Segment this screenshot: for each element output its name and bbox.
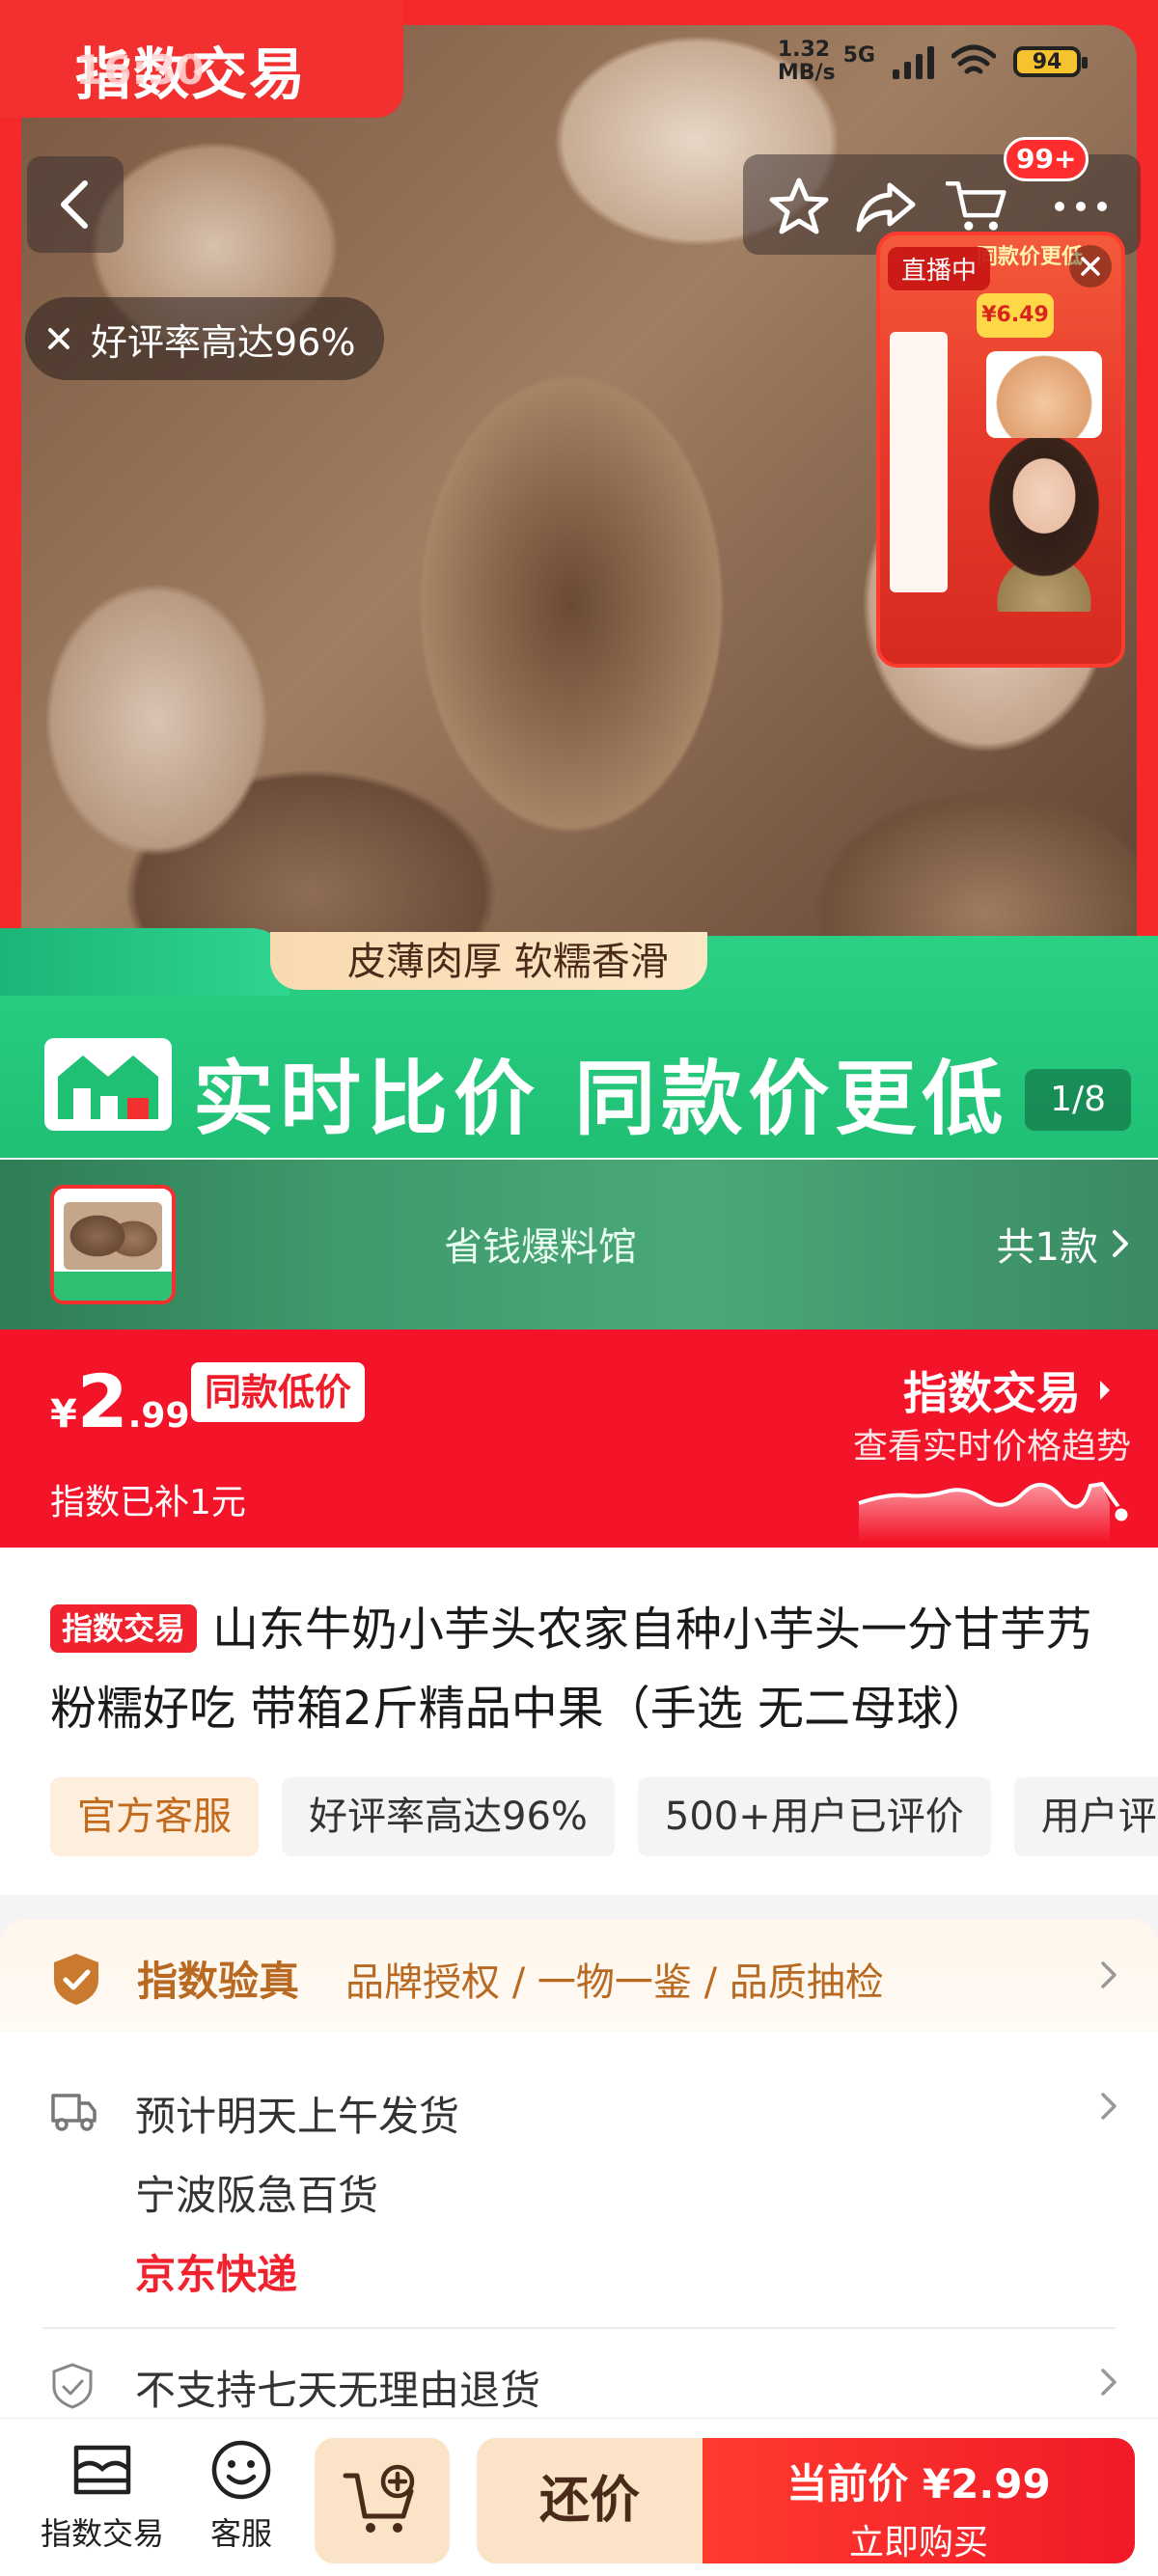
smile-icon — [211, 2440, 271, 2500]
delivery-eta[interactable]: 预计明天上午发货 — [135, 2084, 459, 2143]
title-tag: 指数交易 — [50, 1604, 198, 1653]
net-speed-unit: MB/s — [777, 61, 836, 85]
store-icon — [73, 2445, 131, 2495]
divider — [42, 2327, 1116, 2329]
share-icon — [856, 182, 916, 233]
live-close-button[interactable] — [1069, 245, 1112, 288]
favorite-button[interactable] — [768, 176, 830, 237]
house-logo-icon — [44, 1038, 172, 1131]
trend-subtitle[interactable]: 查看实时价格趋势 — [853, 1418, 1131, 1468]
live-stream-window[interactable]: 同款价更低 ¥6.49 直播中 — [876, 232, 1125, 668]
more-button[interactable] — [1050, 176, 1112, 237]
add-to-cart-button[interactable] — [315, 2438, 450, 2563]
live-product-image — [986, 351, 1102, 438]
service-chips: 官方客服 好评率高达96% 500+用户已评价 用户评 — [50, 1777, 1158, 1856]
shield-outline-icon — [52, 2363, 93, 2409]
truck-icon — [51, 2094, 96, 2131]
live-price: ¥6.49 — [977, 293, 1054, 338]
buy-label: 立即购买 — [848, 2523, 988, 2562]
status-icons: 1.32 MB/s 5G 94 — [778, 39, 1088, 85]
shop-count[interactable]: 共1款 — [997, 1216, 1129, 1272]
status-time: 16:30 — [75, 46, 205, 94]
price-bar: ¥ 2 .99 同款低价 指数已补1元 指数交易 查看实时价格趋势 — [0, 1329, 1158, 1548]
chip-rating[interactable]: 好评率高达96% — [282, 1777, 615, 1856]
price-integer: 2 — [76, 1358, 128, 1444]
chevron-right-icon — [1101, 2369, 1117, 2396]
subsidy-text: 指数已补1元 — [50, 1483, 246, 1522]
chevron-right-icon — [1101, 1961, 1117, 1988]
caret-right-icon — [1100, 1381, 1110, 1400]
seller-name: 宁波阪急百货 — [135, 2172, 379, 2219]
buy-now-button[interactable]: 当前价 ¥2.99 立即购买 — [703, 2438, 1135, 2563]
customer-service-button[interactable]: 客服 — [193, 2436, 290, 2554]
same-low-price-badge: 同款低价 — [191, 1362, 366, 1422]
bottom-action-bar: 指数交易 客服 还价 当前价 ¥2.99 立即购买 — [0, 2418, 1158, 2576]
bargain-button[interactable]: 还价 — [477, 2438, 703, 2563]
return-policy[interactable]: 不支持七天无理由退货 — [135, 2358, 540, 2417]
courier-name: 京东快递 — [135, 2251, 298, 2298]
authenticity-row[interactable]: 指数验真 品牌授权 / 一物一鉴 / 品质抽检 — [0, 1920, 1158, 2032]
shop-strip[interactable]: 省钱爆料馆 共1款 — [0, 1160, 1158, 1329]
current-price: ¥ 2 .99 — [50, 1358, 190, 1444]
product-title: 指数交易 山东牛奶小芋头农家自种小芋头一分甘芋艿粉糯好吃 带箱2斤精品中果（手选 … — [50, 1590, 1131, 1748]
live-headline: 同款价更低 — [977, 245, 1084, 269]
signal-icon — [893, 44, 934, 79]
shop-count-label: 共1款 — [996, 1225, 1098, 1270]
chip-user-reviews[interactable]: 用户评 — [1013, 1777, 1158, 1856]
promo-corner — [0, 928, 290, 996]
add-cart-icon — [343, 2464, 415, 2533]
shield-check-icon — [54, 1954, 98, 2005]
title-text: 山东牛奶小芋头农家自种小芋头一分甘芋艿粉糯好吃 带箱2斤精品中果（手选 无二母球… — [50, 1603, 1093, 1736]
product-info: 指数交易 山东牛奶小芋头农家自种小芋头一分甘芋艿粉糯好吃 带箱2斤精品中果（手选 … — [0, 1548, 1158, 1895]
price-trend-link[interactable]: 指数交易 — [903, 1358, 1112, 1422]
share-button[interactable] — [855, 176, 917, 237]
wifi-icon — [951, 44, 996, 74]
price-trend-sparkline — [858, 1481, 1131, 1542]
store-button[interactable]: 指数交易 — [35, 2436, 170, 2554]
buy-price-label: 当前价 ¥2.99 — [786, 2460, 1051, 2507]
star-icon — [769, 178, 829, 234]
trend-title: 指数交易 — [903, 1367, 1081, 1419]
image-counter: 1/8 — [1025, 1069, 1131, 1131]
chip-reviews[interactable]: 500+用户已评价 — [637, 1777, 991, 1856]
battery-icon: 94 — [1013, 46, 1088, 77]
shop-thumbnail[interactable] — [50, 1185, 176, 1304]
service-label: 客服 — [209, 2515, 272, 2552]
cart-button[interactable] — [946, 176, 1007, 237]
delivery-section: 预计明天上午发货 宁波阪急百货 京东快递 不支持七天无理由退货 — [0, 2032, 1158, 2441]
rating-text: 好评率高达96% — [91, 320, 356, 364]
net-speed-value: 1.32 — [777, 38, 831, 62]
price-compare-banner[interactable]: 皮薄肉厚 软糯香滑 实时比价 同款价更低 — [0, 928, 1158, 1158]
live-price-panel — [890, 332, 948, 592]
chevron-right-icon — [1101, 2093, 1117, 2120]
live-badge: 直播中 — [888, 247, 991, 290]
verify-items: 品牌授权 / 一物一鉴 / 品质抽检 — [345, 1960, 884, 2005]
verify-title: 指数验真 — [137, 1958, 300, 2005]
chip-official-service[interactable]: 官方客服 — [50, 1777, 259, 1856]
close-icon — [1081, 257, 1100, 276]
shop-name: 省钱爆料馆 — [444, 1225, 637, 1270]
live-host — [986, 438, 1102, 612]
rating-popup[interactable]: 好评率高达96% — [25, 297, 385, 380]
net-speed: 1.32 MB/s — [778, 39, 836, 85]
promo-text: 实时比价 同款价更低 — [193, 1052, 1009, 1146]
chevron-left-icon — [61, 180, 88, 229]
back-button[interactable] — [27, 156, 124, 253]
price-currency: ¥ — [50, 1392, 77, 1437]
cart-icon — [946, 180, 1006, 231]
promo-caption: 皮薄肉厚 软糯香滑 — [270, 932, 707, 990]
chevron-right-icon — [1113, 1230, 1128, 1257]
network-type: 5G — [842, 42, 875, 68]
price-decimal: .99 — [127, 1396, 190, 1436]
store-label: 指数交易 — [40, 2515, 164, 2552]
more-icon — [1055, 202, 1107, 211]
product-gallery[interactable]: 指数交易 16:30 1.32 MB/s 5G 94 99+ 好评率高达96% … — [0, 0, 1158, 1158]
close-icon[interactable] — [46, 326, 71, 351]
